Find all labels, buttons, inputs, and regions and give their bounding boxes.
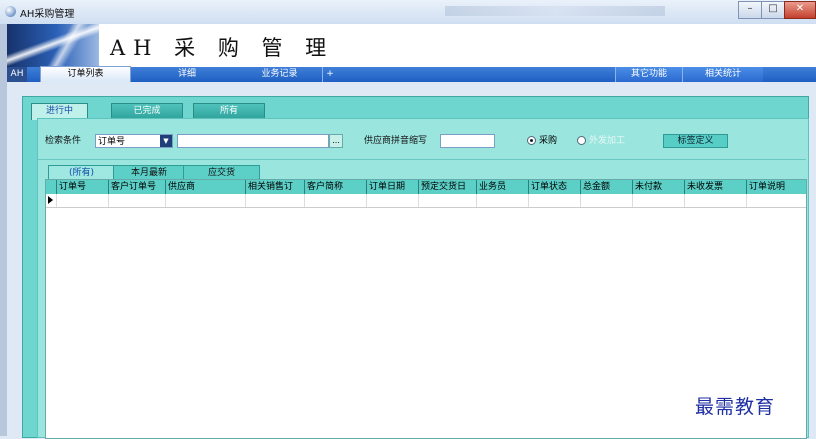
col-supplier[interactable]: 供应商 (165, 180, 245, 194)
current-row-icon (48, 196, 53, 204)
menu-other-functions[interactable]: 其它功能 (615, 67, 682, 82)
chevron-down-icon[interactable]: ▼ (160, 135, 172, 147)
watermark-text: 最需教育 (695, 396, 776, 418)
col-total-amount[interactable]: 总金额 (580, 180, 632, 194)
filter-field-select[interactable]: 订单号 ▼ (95, 134, 173, 148)
col-salesperson[interactable]: 业务员 (476, 180, 528, 194)
col-customer-name[interactable]: 客户简称 (304, 180, 366, 194)
tag-definition-button[interactable]: 标签定义 (663, 134, 728, 148)
window-controls: – □ ✕ (738, 1, 816, 19)
supplier-label: 供应商拼音缩写 (364, 136, 428, 146)
app-icon (5, 6, 16, 17)
banner-logo-image (7, 24, 99, 67)
table-row[interactable] (46, 194, 806, 208)
grid-header: 订单号 客户订单号 供应商 相关销售订 客户简称 订单日期 预定交货日 业务员 … (46, 180, 806, 194)
menu-order-list[interactable]: 订单列表 (40, 66, 131, 83)
menu-add-tab[interactable]: + (322, 67, 337, 82)
minimize-button[interactable]: – (738, 1, 762, 19)
filter-field-value: 订单号 (98, 137, 126, 147)
radio-purchase-label: 采购 (539, 136, 558, 146)
main-content: 进行中 已完成 所有 检索条件 订单号 ▼ ... 供应商拼音缩写 采购 外发加… (7, 82, 816, 439)
divider (38, 159, 806, 160)
col-order-status[interactable]: 订单状态 (528, 180, 580, 194)
maximize-button[interactable]: □ (761, 1, 785, 19)
filter-label: 检索条件 (45, 136, 82, 146)
browse-button[interactable]: ... (329, 134, 343, 148)
radio-unselected-icon (577, 136, 586, 145)
col-order-no[interactable]: 订单号 (56, 180, 108, 194)
filter-row: 检索条件 订单号 ▼ ... 供应商拼音缩写 采购 外发加工 标签定义 (38, 133, 806, 151)
menu-detail[interactable]: 详细 (142, 67, 232, 82)
menu-ah[interactable]: AH (7, 67, 27, 82)
col-unpaid[interactable]: 未付款 (632, 180, 684, 194)
order-inner-panel: 检索条件 订单号 ▼ ... 供应商拼音缩写 采购 外发加工 标签定义 (所有)… (37, 118, 809, 439)
order-grid[interactable]: 订单号 客户订单号 供应商 相关销售订 客户简称 订单日期 预定交货日 业务员 … (45, 179, 807, 439)
col-uninvoiced[interactable]: 未收发票 (684, 180, 746, 194)
radio-outsource[interactable]: 外发加工 (577, 134, 625, 148)
col-related-sales[interactable]: 相关销售订 (245, 180, 304, 194)
blurred-title-area (445, 6, 665, 16)
radio-selected-icon (527, 136, 536, 145)
banner-title: AH 采 购 管 理 (110, 36, 335, 60)
row-indicator-header (46, 180, 56, 194)
app-banner: AH 采 购 管 理 (7, 24, 816, 67)
radio-purchase[interactable]: 采购 (527, 134, 557, 148)
col-order-date[interactable]: 订单日期 (366, 180, 418, 194)
menu-related-stats[interactable]: 相关统计 (682, 67, 763, 82)
close-button[interactable]: ✕ (784, 1, 816, 19)
col-delivery-date[interactable]: 预定交货日 (418, 180, 476, 194)
search-input[interactable] (177, 134, 329, 148)
tab-period-all[interactable]: (所有) (48, 165, 115, 180)
menu-business-records[interactable]: 业务记录 (237, 67, 322, 82)
supplier-pinyin-input[interactable] (440, 134, 495, 148)
main-menubar: AH 订单列表 详细 业务记录 + 其它功能 相关统计 (7, 66, 816, 83)
window-title: AH采购管理 (20, 9, 75, 20)
radio-outsource-label: 外发加工 (589, 136, 626, 146)
col-order-notes[interactable]: 订单说明 (746, 180, 806, 194)
window-titlebar: AH采购管理 – □ ✕ (0, 0, 816, 25)
window-left-edge (0, 24, 7, 436)
col-customer-order-no[interactable]: 客户订单号 (108, 180, 165, 194)
